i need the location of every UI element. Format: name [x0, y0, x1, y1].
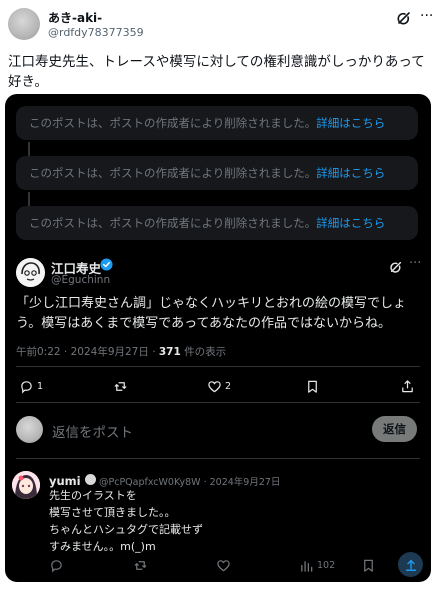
deleted-post-notice: このポストは、ポストの作成者により削除されました。詳細はこちら: [16, 106, 418, 140]
reply-text: 先生のイラストを 模写させて頂きました。。 ちゃんとハシュタグで記載せず すみま…: [49, 487, 203, 555]
view-count: 102: [317, 559, 336, 571]
reply-button[interactable]: 返信: [372, 416, 417, 442]
deleted-post-notice: このポストは、ポストの作成者により削除されました。詳細はこちら: [16, 206, 418, 240]
sketch-portrait-icon: [16, 258, 45, 287]
quoted-author-handle[interactable]: @Eguchinn: [51, 274, 110, 286]
view-count: 371: [158, 346, 181, 358]
views-action[interactable]: 102: [299, 557, 335, 573]
thread-connector: [28, 142, 30, 156]
reply-icon: [21, 380, 32, 394]
reply-handle-date[interactable]: @PcPQapfxcW0Ky8W · 2024年9月27日: [99, 474, 280, 488]
reply-count: 1: [37, 380, 44, 392]
share-action[interactable]: [400, 378, 415, 394]
deleted-notice-text: このポストは、ポストの作成者により削除されました。: [29, 116, 317, 130]
thread-connector: [28, 192, 30, 206]
reply-action[interactable]: 1: [19, 378, 43, 394]
bookmark-action[interactable]: [361, 557, 376, 573]
post-timestamp[interactable]: 午前0:22 · 2024年9月27日 ·: [16, 346, 159, 358]
details-link[interactable]: 詳細はこちら: [316, 116, 385, 130]
share-icon: [402, 379, 413, 392]
avatar[interactable]: [12, 471, 40, 499]
divider: [16, 458, 420, 459]
grok-icon[interactable]: [389, 260, 403, 274]
avatar[interactable]: [16, 258, 45, 287]
reply-action[interactable]: [49, 557, 67, 573]
reply-text-line: 先生のイラストを: [49, 489, 137, 502]
heart-icon: [217, 559, 230, 571]
user-badge-icon: [85, 474, 96, 485]
bookmark-icon: [308, 380, 317, 393]
reply-icon: [51, 559, 62, 573]
analytics-icon: [301, 560, 313, 572]
deleted-notice-text: このポストは、ポストの作成者により削除されました。: [29, 166, 317, 180]
quoted-post-card[interactable]: このポストは、ポストの作成者により削除されました。詳細はこちら このポストは、ポ…: [5, 94, 431, 582]
scroll-to-top-button[interactable]: [398, 552, 423, 577]
reply-input[interactable]: 返信をポスト: [52, 421, 133, 441]
like-count: 2: [225, 380, 232, 392]
views-label: 件の表示: [180, 346, 227, 358]
reply-author-name[interactable]: yumi: [49, 474, 81, 488]
bookmark-action[interactable]: [305, 378, 320, 394]
deleted-notice-text: このポストは、ポストの作成者により削除されました。: [29, 216, 317, 230]
post-metadata: 午前0:22 · 2024年9月27日 · 371 件の表示: [16, 344, 226, 359]
outer-post-header: あき-aki- @rdfdy78377359 ···: [8, 6, 433, 46]
heart-icon: [208, 380, 221, 392]
anime-girl-avatar-icon: [12, 471, 40, 499]
grok-icon[interactable]: [396, 10, 412, 26]
details-link[interactable]: 詳細はこちら: [316, 166, 385, 180]
arrow-up-icon: [405, 559, 416, 571]
bookmark-icon: [364, 559, 373, 572]
like-action[interactable]: 2: [207, 378, 231, 394]
author-name[interactable]: あき-aki-: [48, 9, 102, 26]
divider: [16, 366, 420, 367]
avatar[interactable]: [8, 8, 40, 40]
repost-action[interactable]: [113, 378, 131, 394]
repost-icon: [114, 381, 127, 391]
reply-text-line: 模写させて頂きました。。: [49, 506, 176, 519]
divider: [16, 402, 420, 403]
more-options-icon[interactable]: ···: [409, 256, 421, 271]
quoted-post-text: 「少し江口寿史さん調」じゃなくハッキリとおれの絵の模写でしょう。模写はあくまで模…: [16, 296, 407, 331]
reply-text-line: すみません。。m(_)m: [49, 540, 156, 553]
repost-action[interactable]: [133, 557, 151, 573]
avatar: [16, 416, 43, 443]
post-text: 江口寿史先生、トレースや模写に対しての権利意識がしっかりあって好き。: [8, 54, 425, 90]
more-options-icon[interactable]: ···: [420, 8, 433, 24]
like-action[interactable]: [216, 557, 234, 573]
author-handle[interactable]: @rdfdy78377359: [48, 26, 144, 39]
details-link[interactable]: 詳細はこちら: [316, 216, 385, 230]
deleted-post-notice: このポストは、ポストの作成者により削除されました。詳細はこちら: [16, 156, 418, 190]
repost-icon: [134, 560, 147, 570]
reply-text-line: ちゃんとハシュタグで記載せず: [49, 523, 203, 536]
verified-badge-icon: [100, 258, 113, 271]
